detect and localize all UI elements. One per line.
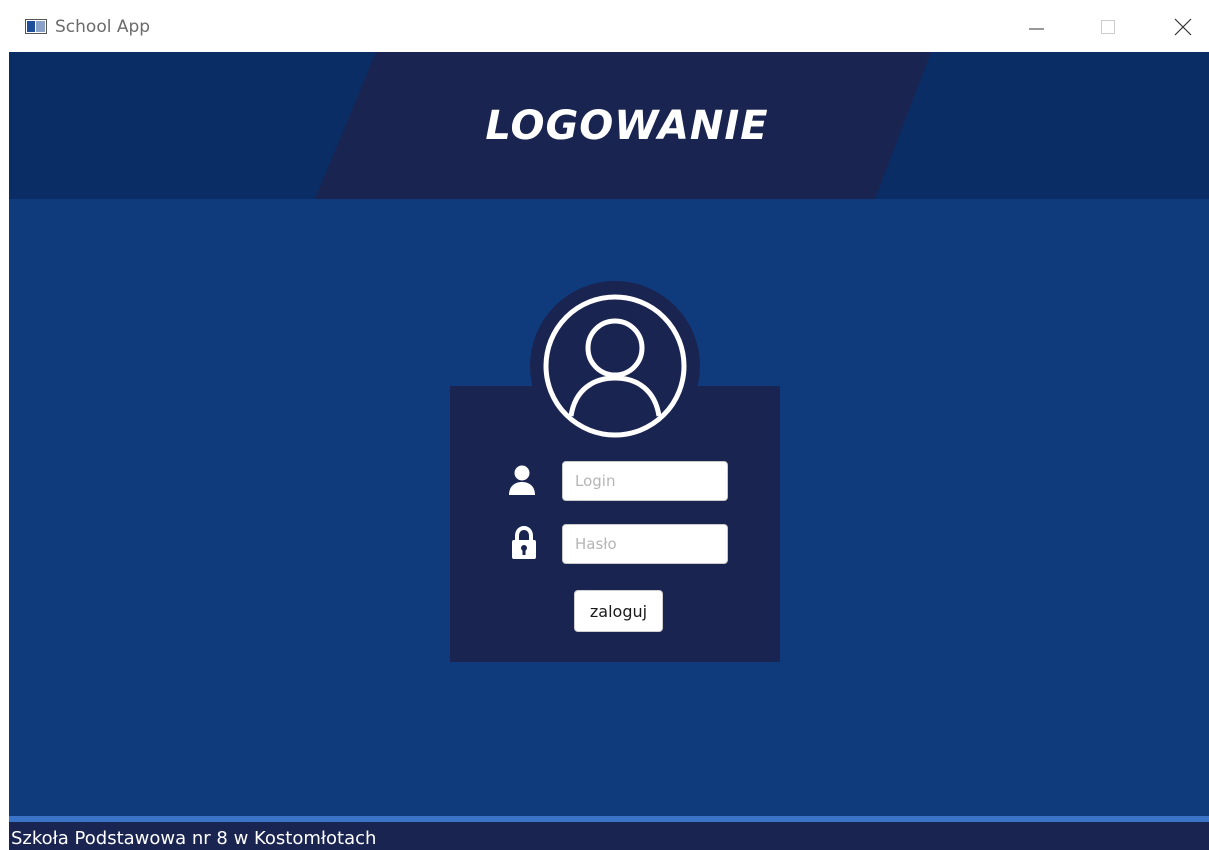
- login-input[interactable]: [562, 461, 728, 501]
- minimize-icon[interactable]: [1013, 8, 1059, 46]
- footer-text: Szkoła Podstawowa nr 8 w Kostomłotach: [11, 828, 377, 849]
- app-window: LOGOWANIE zaloguj Szkoła Podstawowa nr 8…: [9, 52, 1209, 850]
- login-button[interactable]: zaloguj: [574, 590, 663, 632]
- page-title: LOGOWANIE: [485, 102, 769, 149]
- user-icon: [509, 465, 535, 495]
- window-app-icon: [25, 19, 47, 34]
- password-input[interactable]: [562, 524, 728, 564]
- window-titlebar: School App: [0, 0, 1209, 52]
- lock-icon: [512, 526, 536, 559]
- user-circle-icon: [543, 294, 687, 438]
- maximize-icon[interactable]: [1085, 8, 1131, 46]
- footer: Szkoła Podstawowa nr 8 w Kostomłotach: [9, 822, 1209, 850]
- close-icon[interactable]: [1160, 8, 1206, 46]
- window-title: School App: [55, 17, 151, 37]
